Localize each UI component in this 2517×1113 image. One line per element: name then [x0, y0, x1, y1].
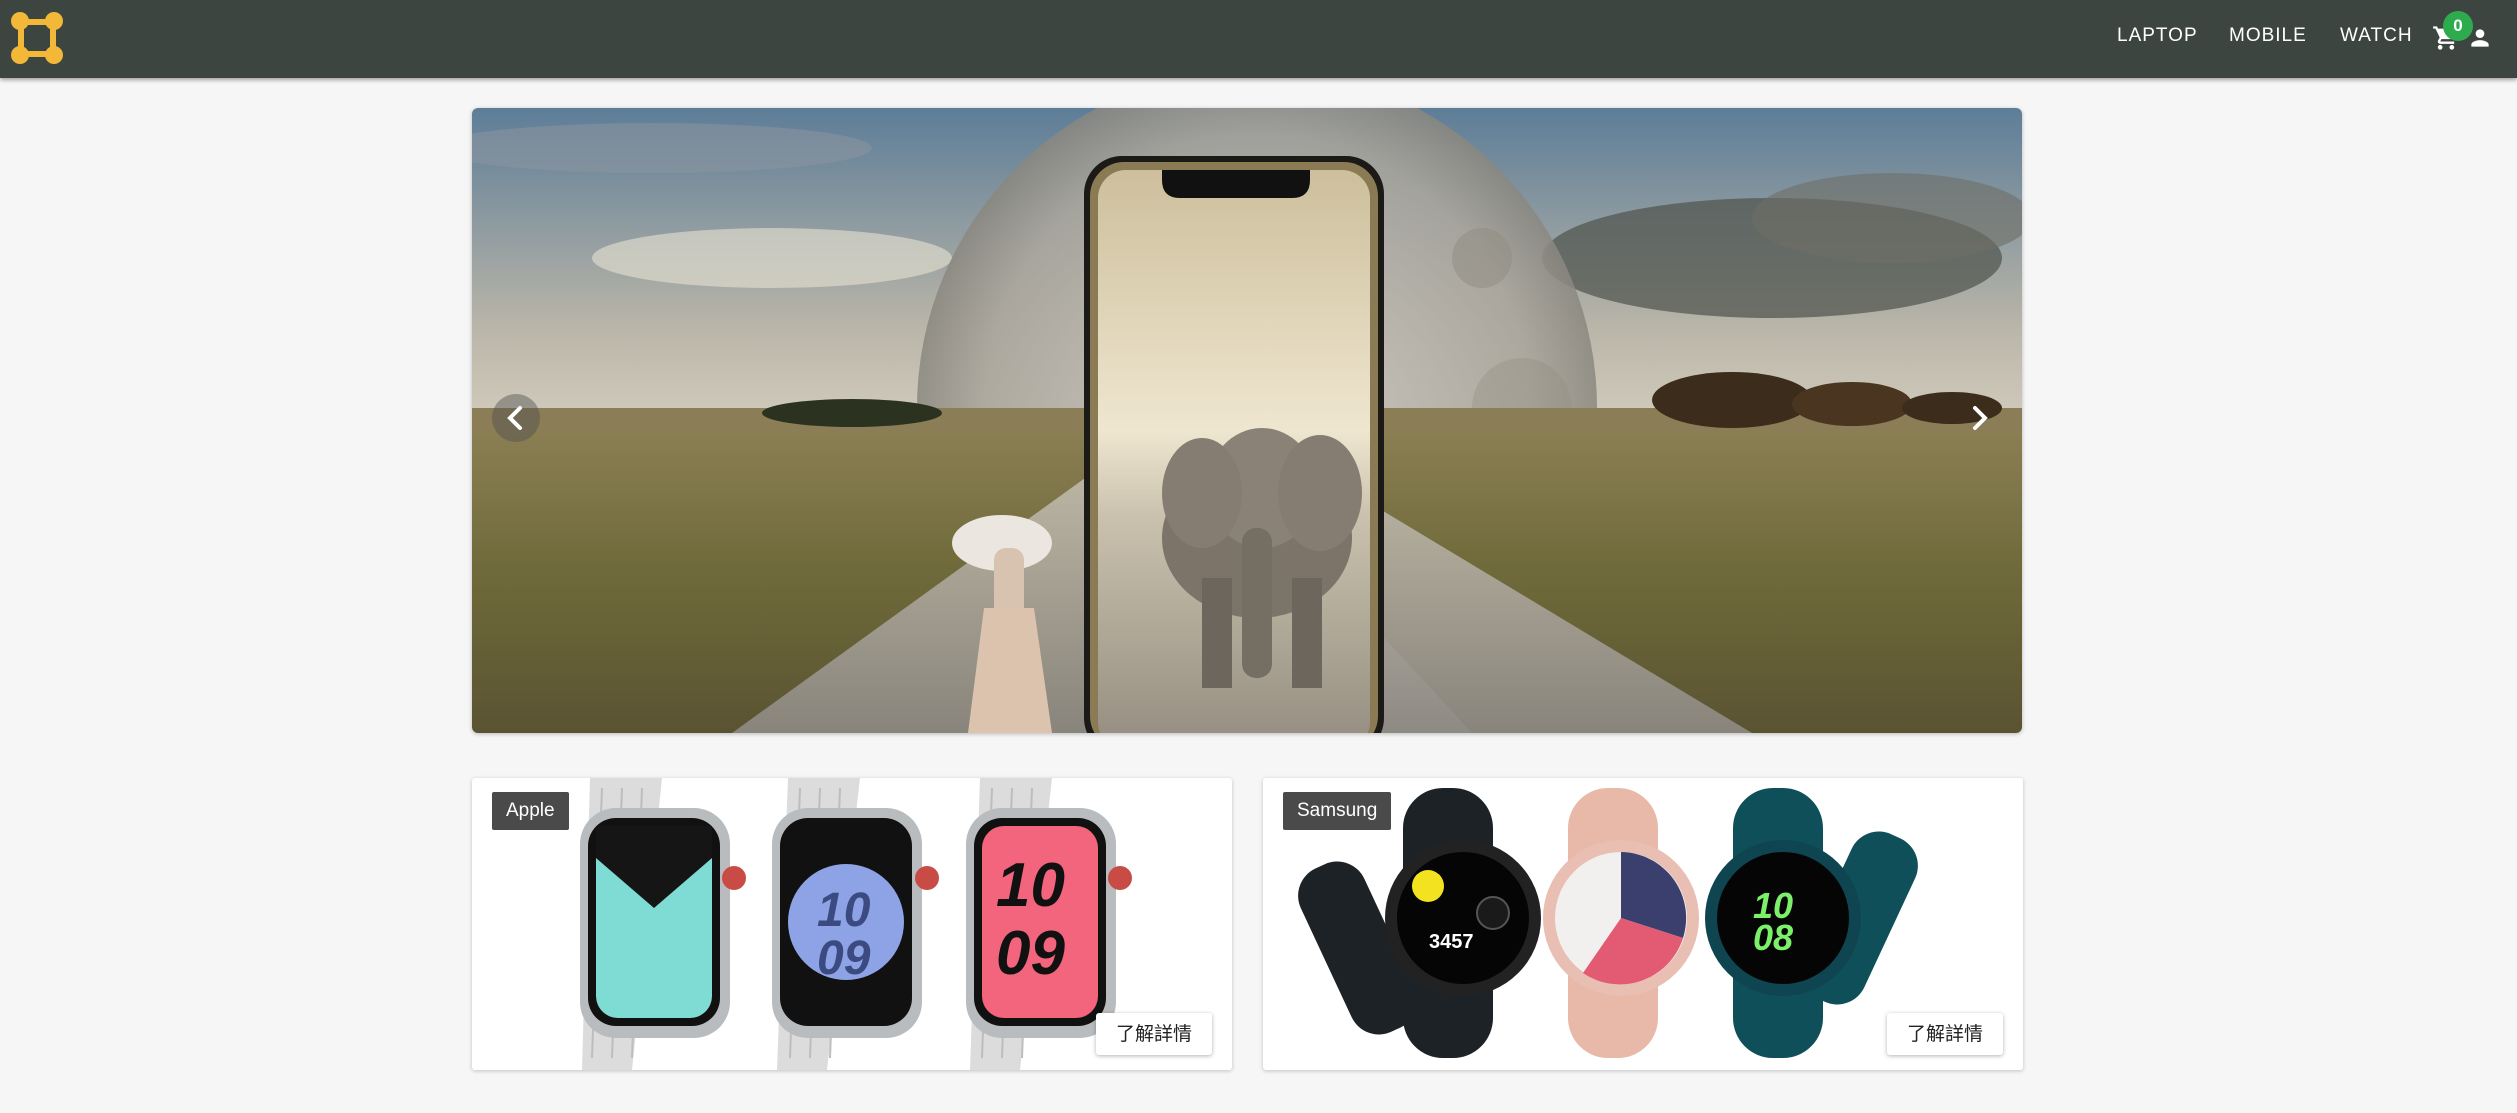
nav-link-laptop[interactable]: LAPTOP [2117, 25, 2198, 47]
watch-face-steps: 3457 [1429, 931, 1474, 953]
watch-face-time-minutes: 09 [817, 932, 871, 985]
chevron-right-icon [1973, 406, 1988, 430]
watch-face-time-minutes: 08 [1753, 917, 1793, 958]
brand-tag: Samsung [1283, 792, 1392, 830]
learn-more-button[interactable]: 了解詳情 [1886, 1013, 2003, 1055]
product-card-samsung[interactable]: 3457 10 08 Samsung 了解詳情 [1263, 778, 2023, 1070]
learn-more-button[interactable]: 了解詳情 [1095, 1013, 1212, 1055]
nav-link-mobile[interactable]: MOBILE [2229, 25, 2307, 47]
watch-face-time-hours: 10 [817, 884, 871, 937]
nav-link-watch[interactable]: WATCH [2340, 25, 2413, 47]
hero-slide-image [472, 108, 2022, 733]
watch-face-time-minutes: 09 [996, 919, 1065, 988]
chevron-left-icon [507, 406, 522, 430]
user-icon[interactable] [2467, 25, 2493, 51]
carousel-prev-button[interactable] [492, 394, 540, 442]
hero-carousel[interactable] [472, 108, 2022, 733]
carousel-next-button[interactable] [1955, 394, 2003, 442]
product-card-apple[interactable]: 10 09 10 09 Apple 了解詳情 [472, 778, 1232, 1070]
top-navbar: LAPTOP MOBILE WATCH 0 [0, 0, 2517, 78]
logo-icon[interactable] [10, 11, 64, 65]
watch-face-time-hours: 10 [996, 851, 1065, 920]
brand-tag: Apple [492, 792, 569, 830]
